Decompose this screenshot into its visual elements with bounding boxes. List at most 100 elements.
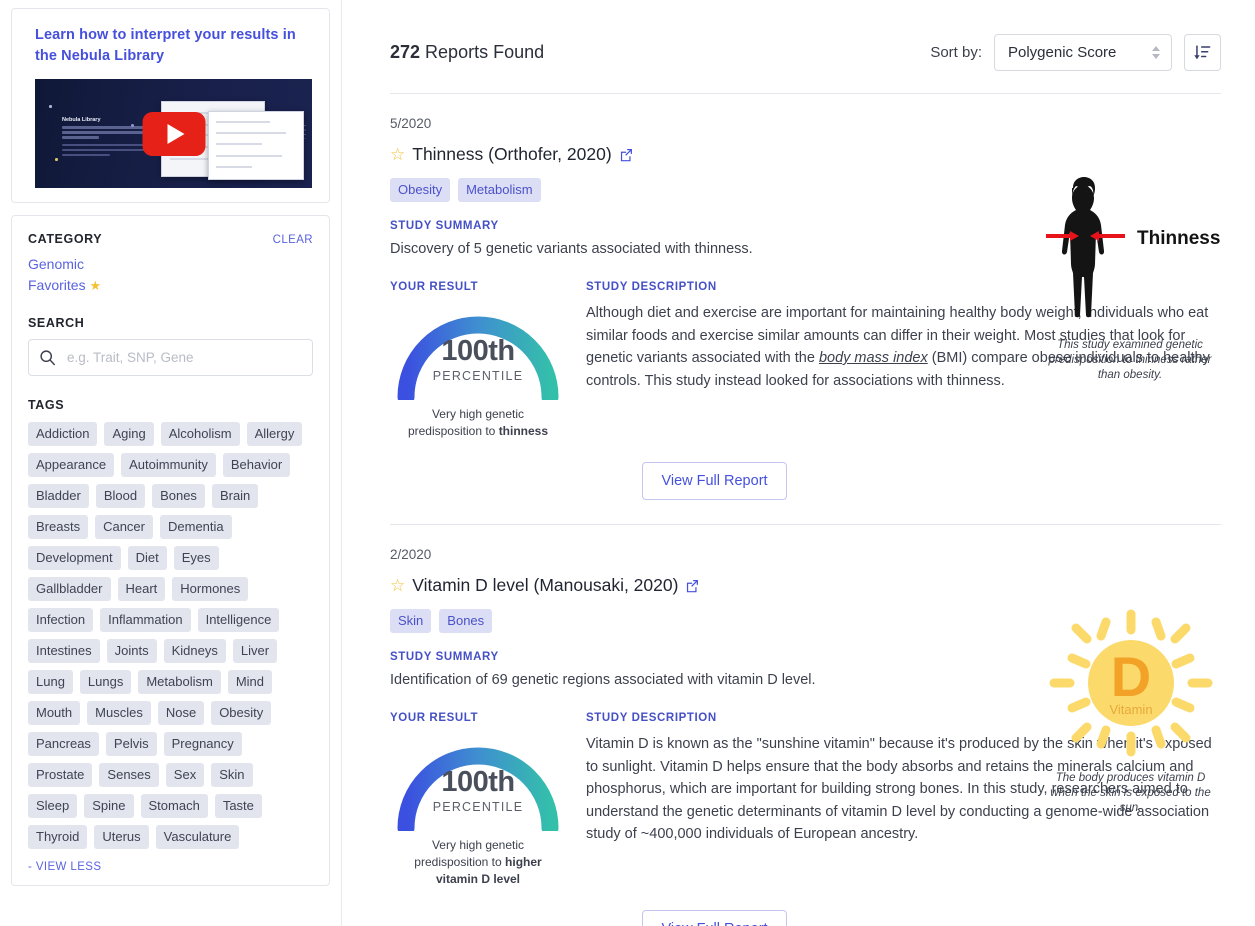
report-tag[interactable]: Skin	[390, 609, 432, 633]
clear-filters-link[interactable]: CLEAR	[273, 234, 313, 246]
illustration-caption: This study examined genetic predispositi…	[1048, 339, 1212, 381]
category-item-label: Genomic	[28, 256, 85, 272]
tag-chip[interactable]: Vasculature	[155, 825, 240, 849]
external-link-icon[interactable]	[619, 148, 633, 162]
percentile-note-bold: thinness	[498, 424, 549, 438]
category-item-label: Favorites	[28, 277, 86, 293]
thumbnail-title: Nebula Library	[62, 117, 101, 123]
tag-chip[interactable]: Development	[28, 546, 121, 570]
percentile-note: Very high genetic predisposition to thin…	[390, 406, 566, 440]
tag-chip[interactable]: Infection	[28, 608, 94, 632]
report-actions: View Full Report	[390, 462, 1039, 500]
search-box[interactable]	[28, 339, 313, 376]
tag-chip[interactable]: Kidneys	[163, 639, 226, 663]
tag-chip[interactable]: Intelligence	[197, 608, 280, 632]
tag-chip[interactable]: Senses	[99, 763, 159, 787]
sort-select[interactable]: Polygenic Score	[994, 34, 1172, 71]
favorite-star-icon[interactable]: ☆	[390, 146, 405, 163]
percentile-value: 100th	[441, 766, 515, 798]
tag-chip[interactable]: Obesity	[211, 701, 272, 725]
tag-chip[interactable]: Taste	[214, 794, 262, 818]
youtube-play-icon[interactable]	[142, 111, 205, 156]
tag-chip[interactable]: Cancer	[95, 515, 153, 539]
tag-chip[interactable]: Aging	[104, 422, 154, 446]
percentile-gauge: 100th PERCENTILE Very high genetic predi…	[390, 305, 566, 440]
tag-chip[interactable]: Gallbladder	[28, 577, 111, 601]
tag-chip[interactable]: Lung	[28, 670, 73, 694]
tag-chip[interactable]: Alcoholism	[160, 422, 240, 446]
your-result-column: YOUR RESULT 100th PERCENTILE Very high g…	[390, 271, 576, 440]
tag-chip[interactable]: Stomach	[140, 794, 208, 818]
search-icon	[40, 350, 56, 366]
tag-chip[interactable]: Pregnancy	[163, 732, 242, 756]
report-tag[interactable]: Bones	[439, 609, 493, 633]
external-link-icon[interactable]	[685, 579, 699, 593]
percentile-value: 100th	[441, 335, 515, 367]
tag-chip[interactable]: Spine	[84, 794, 134, 818]
tag-chip[interactable]: Behavior	[222, 453, 291, 477]
percentile-text-block: 100th PERCENTILE	[390, 335, 566, 383]
svg-text:D: D	[1110, 645, 1150, 708]
tag-chip[interactable]: Bladder	[28, 484, 89, 508]
report-title[interactable]: Vitamin D level (Manousaki, 2020)	[412, 575, 678, 596]
tag-chip[interactable]: Lungs	[79, 670, 132, 694]
report-title[interactable]: Thinness (Orthofer, 2020)	[412, 144, 611, 165]
search-input[interactable]	[65, 349, 302, 366]
view-full-report-button[interactable]: View Full Report	[642, 910, 787, 926]
tag-chip[interactable]: Metabolism	[138, 670, 221, 694]
tag-chip[interactable]: Allergy	[246, 422, 303, 446]
tag-chip[interactable]: Sex	[165, 763, 205, 787]
tag-chip[interactable]: Breasts	[28, 515, 89, 539]
report-tag[interactable]: Metabolism	[458, 178, 541, 202]
percentile-note: Very high genetic predisposition to high…	[390, 837, 566, 888]
tag-chip[interactable]: Skin	[211, 763, 253, 787]
tag-chip[interactable]: Prostate	[28, 763, 93, 787]
tag-chip[interactable]: Nose	[157, 701, 205, 725]
category-item-genomic[interactable]: Genomic	[28, 254, 313, 275]
tag-chip[interactable]: Dementia	[160, 515, 232, 539]
tag-chip[interactable]: Brain	[211, 484, 259, 508]
tag-chip[interactable]: Addiction	[28, 422, 98, 446]
promo-video-thumbnail[interactable]: Nebula Library	[35, 79, 312, 188]
tag-chip[interactable]: Autoimmunity	[121, 453, 216, 477]
tag-chip[interactable]: Mouth	[28, 701, 81, 725]
tag-chip[interactable]: Pelvis	[105, 732, 157, 756]
tag-chip[interactable]: Appearance	[28, 453, 115, 477]
sort-direction-button[interactable]	[1184, 34, 1221, 71]
tag-chip[interactable]: Hormones	[172, 577, 249, 601]
tag-chip[interactable]: Thyroid	[28, 825, 88, 849]
category-item-favorites[interactable]: Favorites ★	[28, 275, 313, 296]
report-date: 2/2020	[390, 547, 432, 562]
tag-chip[interactable]: Blood	[95, 484, 146, 508]
tag-chip[interactable]: Intestines	[28, 639, 100, 663]
tag-chip[interactable]: Uterus	[94, 825, 149, 849]
tag-chip[interactable]: Sleep	[28, 794, 78, 818]
tag-chip[interactable]: Mind	[227, 670, 272, 694]
category-heading: CATEGORY	[28, 232, 103, 246]
report-actions: View Full Report	[390, 910, 1039, 926]
favorite-star-icon[interactable]: ☆	[390, 577, 405, 594]
results-count-suffix: Reports Found	[420, 42, 545, 62]
tag-chip[interactable]: Inflammation	[100, 608, 191, 632]
female-silhouette-thinness-icon: Thinness	[1046, 177, 1220, 318]
tag-chip[interactable]: Heart	[117, 577, 166, 601]
view-less-link[interactable]: - VIEW LESS	[28, 861, 313, 873]
tag-chip[interactable]: Muscles	[87, 701, 151, 725]
your-result-heading: YOUR RESULT	[390, 712, 479, 724]
tag-chip[interactable]: Diet	[127, 546, 167, 570]
report-tag[interactable]: Obesity	[390, 178, 451, 202]
sort-descending-icon	[1194, 45, 1211, 60]
tag-chip[interactable]: Pancreas	[28, 732, 99, 756]
svg-text:Thinness: Thinness	[1137, 228, 1220, 249]
tag-chip[interactable]: Joints	[106, 639, 157, 663]
view-full-report-button[interactable]: View Full Report	[642, 462, 787, 500]
desc-link[interactable]: body mass index	[819, 350, 928, 366]
your-result-column: YOUR RESULT 100th PERCENTILE Very high g…	[390, 702, 576, 888]
results-toolbar: 272 Reports Found Sort by: Polygenic Sco…	[390, 34, 1221, 71]
star-icon: ★	[89, 278, 102, 293]
tag-chip[interactable]: Liver	[232, 639, 278, 663]
tags-heading: TAGS	[28, 398, 65, 412]
report-date: 5/2020	[390, 116, 432, 131]
tag-chip[interactable]: Bones	[152, 484, 205, 508]
tag-chip[interactable]: Eyes	[173, 546, 219, 570]
